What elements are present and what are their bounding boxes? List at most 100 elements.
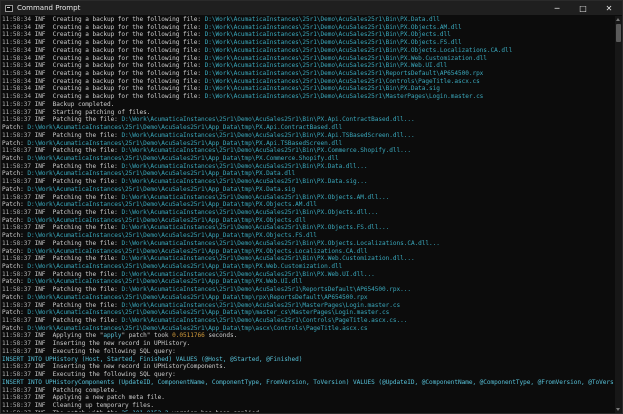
console-text-segment: INSERT INTO UPHistory (Host, Started, Fi… xyxy=(2,355,303,363)
scroll-up-icon[interactable] xyxy=(616,18,620,21)
console-text-segment: D:\Work\AcumaticaInstances\25r1\Demo\Acu… xyxy=(121,317,408,325)
console-text-segment: INF Creating a backup for the following … xyxy=(30,16,205,23)
console-text-segment: version has been applied. xyxy=(168,410,263,412)
console-text-segment: INF Patching the file: xyxy=(30,147,122,155)
console-text-segment: 11:58:34 xyxy=(2,85,31,93)
console-text-segment: Patch: xyxy=(2,201,28,209)
console-text-segment: D:\Work\AcumaticaInstances\25r1\Demo\Acu… xyxy=(27,324,368,332)
console-text-segment: INF Patching the file: xyxy=(30,317,122,325)
console-text-segment: 11:58:37 xyxy=(2,131,31,139)
scrollbar-thumb[interactable] xyxy=(616,24,621,42)
console-text-segment: INF Patching the file: xyxy=(30,255,122,263)
console-text-segment: D:\Work\AcumaticaInstances\25r1\Demo\Acu… xyxy=(121,193,390,201)
console-line: 11:58:37 INF Cleaning up temporary files… xyxy=(2,402,614,410)
console-line: Patch: D:\Work\AcumaticaInstances\25r1\D… xyxy=(2,155,614,163)
console-output[interactable]: 11:58:34 INF Creating a backup for the f… xyxy=(2,16,614,412)
console-app-icon xyxy=(5,4,13,12)
console-line: 11:58:37 INF Patching the file: D:\Work\… xyxy=(2,240,614,248)
console-text-segment: D:\Work\AcumaticaInstances\25r1\Demo\Acu… xyxy=(121,224,390,232)
console-text-segment: 11:58:37 xyxy=(2,371,31,379)
console-line: 11:58:37 INF Applying a new patch meta f… xyxy=(2,394,614,402)
console-text-segment: INF Backup completed. xyxy=(30,100,115,108)
title-bar[interactable]: Command Prompt ─ □ ✕ xyxy=(1,1,622,15)
maximize-button[interactable]: □ xyxy=(570,1,596,15)
console-text-segment: seconds. xyxy=(204,332,238,340)
console-line: 11:58:37 INF Backup completed. xyxy=(2,101,614,109)
console-text-segment: 11:58:34 xyxy=(2,23,31,31)
console-text-segment: INF Creating a backup for the following … xyxy=(30,85,205,93)
console-text-segment: INF Patching the file: xyxy=(30,178,122,186)
console-text-segment: D:\Work\AcumaticaInstances\25r1\Demo\Acu… xyxy=(121,286,411,294)
console-text-segment: Patch: xyxy=(2,170,28,178)
console-line: 11:58:34 INF Creating a backup for the f… xyxy=(2,78,614,86)
console-text-segment: 11:58:37 xyxy=(2,410,31,412)
console-line: 11:58:34 INF Creating a backup for the f… xyxy=(2,93,614,101)
console-text-segment: D:\Work\AcumaticaInstances\25r1\Demo\Acu… xyxy=(121,178,368,186)
console-line: 11:58:37 INF Patching the file: D:\Work\… xyxy=(2,224,614,232)
console-text-segment: INF Creating a backup for the following … xyxy=(30,46,205,54)
console-text-segment: D:\Work\AcumaticaInstances\25r1\Demo\Acu… xyxy=(204,93,484,101)
console-text-segment: INF Patching the file: xyxy=(30,239,122,247)
console-text-segment: D:\Work\AcumaticaInstances\25r1\Demo\Acu… xyxy=(27,201,317,209)
console-text-segment: D:\Work\AcumaticaInstances\25r1\Demo\Acu… xyxy=(121,270,375,278)
console-text-segment: 11:58:37 xyxy=(2,301,31,309)
console-text-segment: 11:58:37 xyxy=(2,224,31,232)
console-line: 11:58:37 INF Patching the file: D:\Work\… xyxy=(2,163,614,171)
console-text-segment: INF Starting patching of files. xyxy=(30,108,151,116)
console-text-segment: INF Patching the file: xyxy=(30,131,122,139)
console-line: 11:58:37 INF Patching the file: D:\Work\… xyxy=(2,286,614,294)
console-line: 11:58:34 INF Creating a backup for the f… xyxy=(2,39,614,47)
console-line: Patch: D:\Work\AcumaticaInstances\25r1\D… xyxy=(2,232,614,240)
console-line: 11:58:37 INF Patching the file: D:\Work\… xyxy=(2,302,614,310)
console-text-segment: D:\Work\AcumaticaInstances\25r1\Demo\Acu… xyxy=(204,31,451,39)
console-text-segment: INF Executing the following SQL query: xyxy=(30,347,176,355)
console-text-segment: D:\Work\AcumaticaInstances\25r1\Demo\Acu… xyxy=(204,23,462,31)
console-text-segment: INF Creating a backup for the following … xyxy=(30,39,205,47)
console-line: 11:58:34 INF Creating a backup for the f… xyxy=(2,16,614,24)
console-line: 11:58:34 INF Creating a backup for the f… xyxy=(2,55,614,63)
console-text-segment: INF Applying a new patch meta file. xyxy=(30,394,165,402)
console-line: 11:58:37 INF Executing the following SQL… xyxy=(2,371,614,379)
console-line: Patch: D:\Work\AcumaticaInstances\25r1\D… xyxy=(2,201,614,209)
minimize-button[interactable]: ─ xyxy=(544,1,570,15)
console-line: 11:58:37 INF Applying the "apply" patch"… xyxy=(2,332,614,340)
console-line: 11:58:37 INF Patching the file: D:\Work\… xyxy=(2,209,614,217)
console-text-segment: INF Creating a backup for the following … xyxy=(30,23,205,31)
console-text-segment: 11:58:34 xyxy=(2,39,31,47)
console-line: 11:58:34 INF Creating a backup for the f… xyxy=(2,85,614,93)
console-text-segment: Patch: xyxy=(2,247,28,255)
console-text-segment: INF Patching the file: xyxy=(30,301,122,309)
close-button[interactable]: ✕ xyxy=(596,1,622,15)
console-text-segment: INF Patching the file: xyxy=(30,286,122,294)
console-line: 11:58:37 INF Patching the file: D:\Work\… xyxy=(2,194,614,202)
console-text-segment: INF Creating a backup for the following … xyxy=(30,77,205,85)
console-text-segment: 11:58:34 xyxy=(2,70,31,78)
console-text-segment: 11:58:37 xyxy=(2,208,31,216)
console-text-segment: INF Patching the file: xyxy=(30,193,122,201)
console-line: 11:58:37 INF Patching the file: D:\Work\… xyxy=(2,271,614,279)
console-text-segment: 11:58:37 xyxy=(2,317,31,325)
console-text-segment: D:\Work\AcumaticaInstances\25r1\Demo\Acu… xyxy=(27,124,343,132)
console-text-segment: INF Executing the following SQL query: xyxy=(30,371,176,379)
scroll-down-icon[interactable] xyxy=(616,408,620,411)
console-line: Patch: D:\Work\AcumaticaInstances\25r1\D… xyxy=(2,325,614,333)
console-text-segment: 11:58:34 xyxy=(2,54,31,62)
console-text-segment: D:\Work\AcumaticaInstances\25r1\Demo\Acu… xyxy=(27,293,368,301)
console-text-segment: D:\Work\AcumaticaInstances\25r1\Demo\Acu… xyxy=(121,116,415,124)
console-text-segment: 11:58:37 xyxy=(2,270,31,278)
console-line: Patch: D:\Work\AcumaticaInstances\25r1\D… xyxy=(2,248,614,256)
console-text-segment: D:\Work\AcumaticaInstances\25r1\Demo\Acu… xyxy=(204,85,440,93)
console-text-segment: Patch: xyxy=(2,293,28,301)
vertical-scrollbar[interactable] xyxy=(615,16,622,413)
console-line: 11:58:34 INF Creating a backup for the f… xyxy=(2,31,614,39)
console-line: Patch: D:\Work\AcumaticaInstances\25r1\D… xyxy=(2,217,614,225)
console-line: 11:58:37 INF Patching the file: D:\Work\… xyxy=(2,317,614,325)
console-text-segment: 11:58:37 xyxy=(2,286,31,294)
console-line: Patch: D:\Work\AcumaticaInstances\25r1\D… xyxy=(2,170,614,178)
console-text-segment: 11:58:34 xyxy=(2,62,31,70)
console-text-segment: Patch: xyxy=(2,324,28,332)
console-text-segment: D:\Work\AcumaticaInstances\25r1\Demo\Acu… xyxy=(27,185,296,193)
console-text-segment: 11:58:34 xyxy=(2,31,31,39)
console-text-segment: D:\Work\AcumaticaInstances\25r1\Demo\Acu… xyxy=(204,62,448,70)
console-text-segment: Patch: xyxy=(2,263,28,270)
